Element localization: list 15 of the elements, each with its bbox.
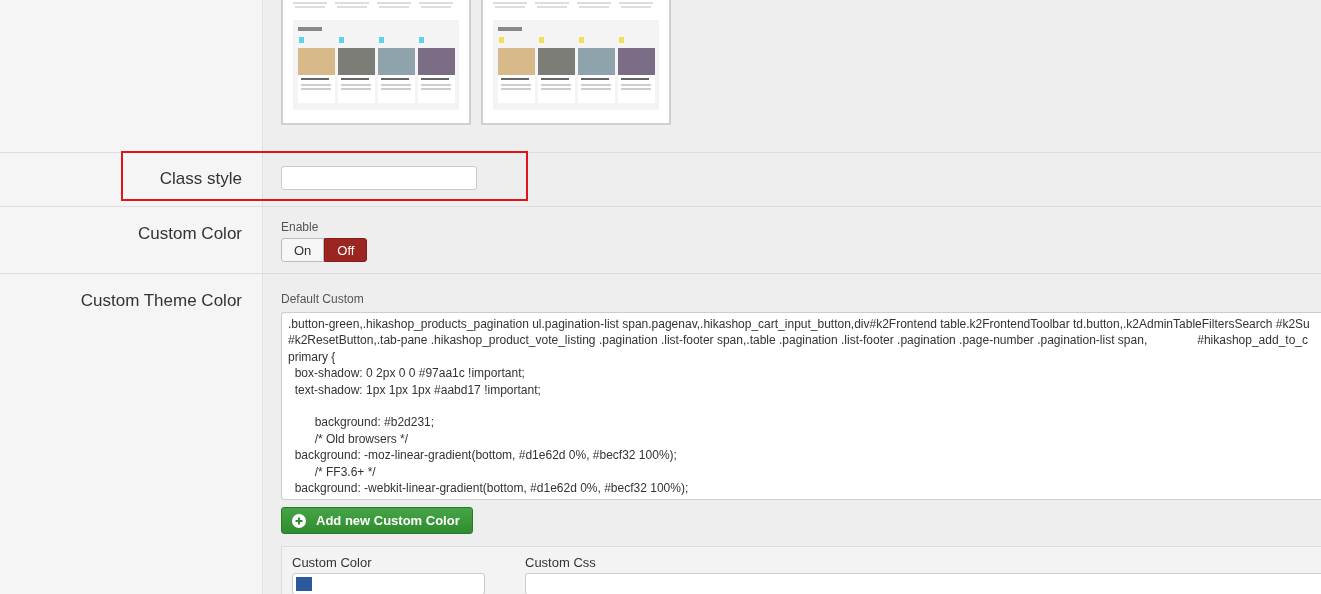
class-style-input[interactable] <box>281 166 477 190</box>
toggle-option[interactable]: On <box>281 238 325 262</box>
plus-circle-icon <box>292 513 306 528</box>
toggle-option[interactable]: Off <box>324 238 368 262</box>
css-textarea[interactable]: .button-green,.hikashop_products_pagination ul.pagination-list span.pagenav,.hikashop_cart_input_button,div#k2Frontend table.k2FrontendToolbar td.button,.k2AdminTableFiltersSearch #k2Su #k2ResetButton,.tab-pane .hikashop_product_vote_listing .pagination .list-footer span,.table .pagination .list-footer .pagination .page-number .pagination-list span, #hikashop_add_to_c primary { box-shadow: 0 2px 0 0 #97aa1c !important; text-shadow: 1px 1px 1px #aabd17 !important; background: #b2d231; /* Old browsers */ background: -moz-linear-gradient(bottom, #d1e62d 0%, #becf32 100%); /* FF3.6+ */ background: -webkit-linear-gradient(bottom, #d1e62d 0%, #becf32 100%); <box>281 312 1321 500</box>
column-label: Custom Color <box>292 555 373 570</box>
enable-label: Enable <box>281 220 320 234</box>
default-custom-label: Default Custom <box>281 292 365 306</box>
color-field[interactable] <box>292 573 485 594</box>
column-label: Custom Css <box>525 555 597 570</box>
class-style-label: Class style <box>159 169 242 189</box>
css-field[interactable] <box>525 573 1321 594</box>
custom-color-label: Custom Color <box>138 224 242 244</box>
add-custom-color-button[interactable]: Add new Custom Color <box>281 507 473 534</box>
custom-theme-color-label: Custom Theme Color <box>80 291 242 311</box>
